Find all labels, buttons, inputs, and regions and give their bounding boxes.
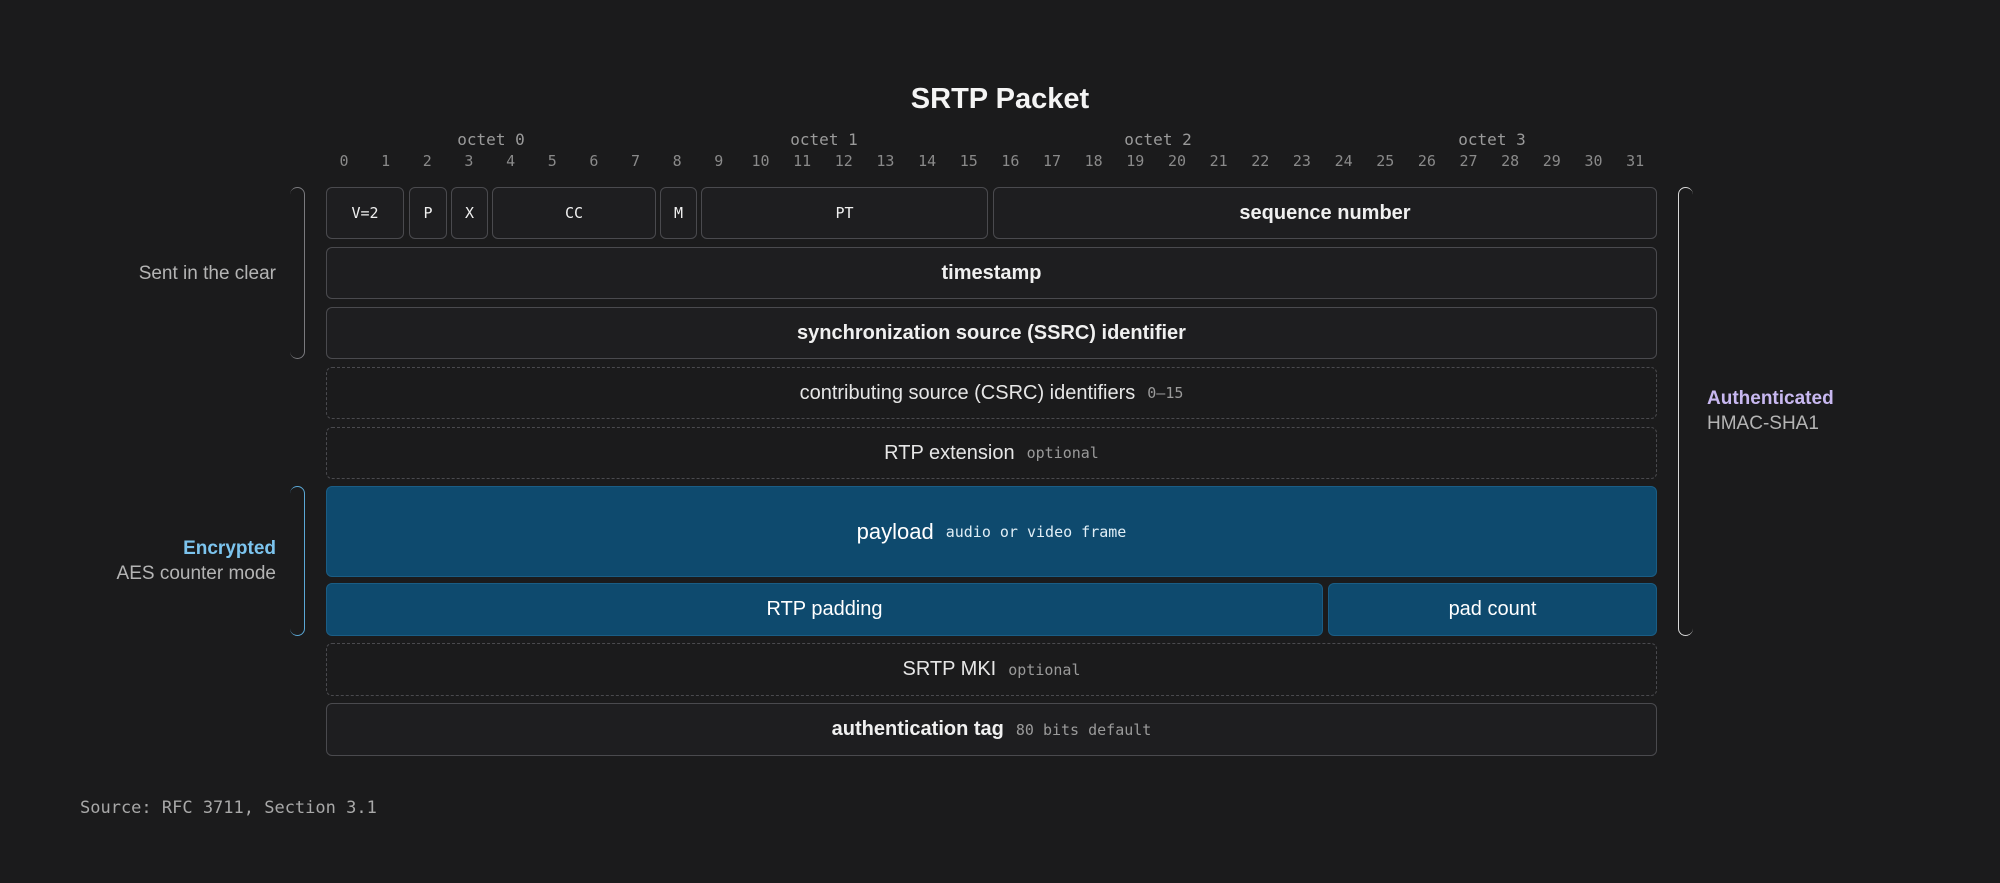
- field-rtp-padding: RTP padding: [326, 583, 1323, 636]
- bit-number: 20: [1167, 152, 1187, 170]
- bit-number: 2: [422, 152, 432, 170]
- field-csrc-count: CC: [492, 187, 656, 239]
- encrypted-region-bracket: [290, 486, 305, 636]
- encrypted-region-label: Encrypted AES counter mode: [0, 536, 276, 586]
- bit-number: 26: [1417, 152, 1436, 170]
- bit-number: 14: [918, 152, 937, 170]
- bit-number: 15: [959, 152, 978, 170]
- bit-number: 16: [1001, 152, 1020, 170]
- field-version-label: V=2: [351, 204, 379, 222]
- diagram-title: SRTP Packet: [910, 83, 1090, 115]
- clear-region-bracket: [290, 187, 305, 359]
- authenticated-region-title: Authenticated: [1707, 388, 1834, 409]
- bit-number: 19: [1126, 152, 1145, 170]
- field-auth-tag: authentication tag 80 bits default: [326, 703, 1657, 756]
- bit-number: 27: [1459, 152, 1478, 170]
- bit-number: 18: [1084, 152, 1103, 170]
- field-padding-flag-label: P: [423, 204, 433, 222]
- octet-label-0: octet 0: [457, 130, 525, 149]
- bit-number: 1: [381, 152, 391, 170]
- clear-region-label: Sent in the clear: [0, 261, 276, 286]
- bit-number: 22: [1251, 152, 1270, 170]
- bit-number: 28: [1501, 152, 1520, 170]
- authenticated-region-label: Authenticated HMAC-SHA1: [1707, 386, 1967, 436]
- field-marker-label: M: [673, 204, 684, 222]
- bit-number: 13: [876, 152, 895, 170]
- field-payload: payload audio or video frame: [326, 486, 1657, 577]
- field-srtp-mki-label: SRTP MKI: [902, 658, 997, 680]
- octet-label-1: octet 1: [790, 130, 858, 149]
- bit-number: 7: [630, 152, 641, 170]
- bit-number: 17: [1042, 152, 1062, 170]
- octet-label-3: octet 3: [1458, 130, 1526, 149]
- field-rtp-padding-label: RTP padding: [766, 598, 883, 620]
- field-auth-tag-note: 80 bits default: [1015, 720, 1152, 739]
- bit-number: 6: [589, 152, 599, 170]
- source-note: Source: RFC 3711, Section 3.1: [80, 798, 377, 818]
- bit-number: 10: [751, 152, 770, 170]
- bit-number: 11: [793, 152, 812, 170]
- field-rtp-extension-label: RTP extension: [884, 441, 1015, 464]
- authenticated-region-subtitle: HMAC-SHA1: [1707, 413, 1819, 434]
- field-payload-label: payload: [856, 518, 934, 544]
- field-auth-tag-label: authentication tag: [831, 718, 1004, 740]
- field-timestamp: timestamp: [326, 247, 1657, 299]
- field-version: V=2: [326, 187, 404, 239]
- field-payload-note: audio or video frame: [945, 522, 1127, 541]
- bit-number: 24: [1334, 152, 1353, 170]
- field-pad-count: pad count: [1328, 583, 1657, 636]
- field-extension-flag: X: [451, 187, 488, 239]
- field-marker: M: [660, 187, 697, 239]
- field-srtp-mki-note: optional: [1008, 660, 1081, 679]
- field-pad-count-label: pad count: [1448, 598, 1537, 620]
- clear-region-title: Sent in the clear: [138, 263, 276, 284]
- encrypted-region-title: Encrypted: [183, 538, 276, 559]
- bit-number: 3: [464, 152, 474, 170]
- field-payload-type: PT: [701, 187, 988, 239]
- bit-number: 25: [1376, 152, 1395, 170]
- field-rtp-extension: RTP extension optional: [326, 427, 1657, 479]
- field-payload-type-label: PT: [835, 204, 854, 222]
- bit-number: 21: [1209, 152, 1228, 170]
- field-ssrc-label: synchronization source (SSRC) identifier: [797, 321, 1186, 344]
- field-extension-flag-label: X: [464, 204, 475, 222]
- bit-number: 5: [547, 152, 557, 170]
- field-padding-flag: P: [409, 187, 447, 239]
- bit-number: 23: [1292, 152, 1311, 170]
- bit-number: 4: [506, 152, 516, 170]
- authenticated-region-bracket: [1678, 187, 1693, 636]
- bit-number: 29: [1542, 152, 1561, 170]
- field-ssrc: synchronization source (SSRC) identifier: [326, 307, 1657, 359]
- encrypted-region-subtitle: AES counter mode: [116, 563, 276, 584]
- field-srtp-mki: SRTP MKI optional: [326, 643, 1657, 696]
- field-sequence-number: sequence number: [993, 187, 1657, 239]
- bit-number: 9: [714, 152, 724, 170]
- bit-number: 8: [672, 152, 682, 170]
- field-rtp-extension-note: optional: [1026, 444, 1099, 462]
- bit-number: 31: [1626, 152, 1645, 170]
- field-sequence-number-label: sequence number: [1239, 201, 1411, 224]
- field-csrc-note: 0–15: [1147, 384, 1184, 402]
- bit-number: 30: [1584, 152, 1603, 170]
- field-csrc-count-label: CC: [564, 204, 584, 222]
- field-csrc-label: contributing source (CSRC) identifiers: [799, 381, 1136, 404]
- field-csrc: contributing source (CSRC) identifiers 0…: [326, 367, 1657, 419]
- bit-number: 12: [834, 152, 853, 170]
- octet-label-2: octet 2: [1124, 130, 1192, 149]
- field-timestamp-label: timestamp: [941, 261, 1042, 284]
- bit-number: 0: [339, 152, 349, 170]
